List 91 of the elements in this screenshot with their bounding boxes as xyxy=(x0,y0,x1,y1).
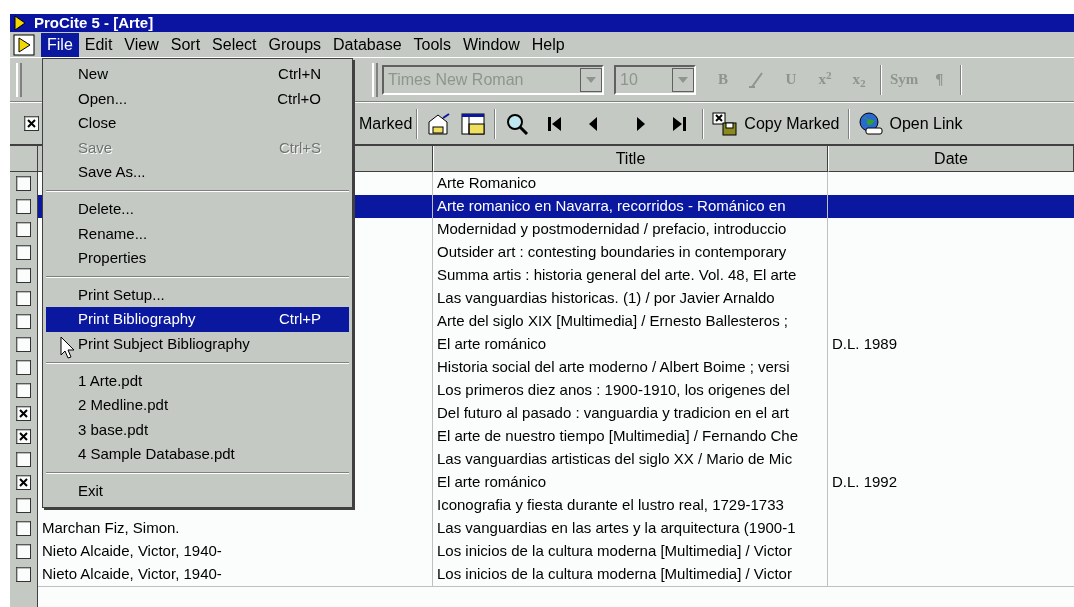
row-selector[interactable] xyxy=(10,333,38,357)
table-cell-text: Outsider art : contesting boundaries in contemporary xyxy=(437,242,787,262)
toolbar-grip[interactable] xyxy=(16,62,22,97)
marked-label[interactable]: Marked xyxy=(359,111,413,136)
menu-item[interactable]: Print Bibliography Ctrl+P xyxy=(46,307,349,332)
checkbox[interactable] xyxy=(16,359,31,375)
row-selector[interactable] xyxy=(10,172,38,196)
table-cell-text: Las vanguardias en las artes y la arquitectura (1900-1 xyxy=(437,518,796,538)
checkbox[interactable] xyxy=(16,428,31,444)
row-selector[interactable] xyxy=(10,402,38,426)
table-cell-text: Modernidad y postmodernidad / prefacio, introduccio xyxy=(437,219,787,239)
checkbox[interactable] xyxy=(16,451,31,467)
checkbox[interactable] xyxy=(16,175,31,191)
row-selector[interactable] xyxy=(10,494,38,518)
menu-item[interactable]: New Ctrl+N xyxy=(46,62,349,87)
menu-bar-item[interactable]: File xyxy=(41,32,79,57)
table-cell-text: El arte románico xyxy=(437,472,547,492)
checkbox[interactable] xyxy=(16,405,31,421)
menu-bar-item[interactable]: Tools xyxy=(407,32,457,57)
table-cell-text: El arte románico xyxy=(437,334,547,354)
menu-bar-item[interactable]: Help xyxy=(525,32,571,57)
table-cell-text: Los inicios de la cultura moderna [Multimedia] / Victor xyxy=(437,541,792,561)
row-selector[interactable] xyxy=(10,379,38,403)
globe-icon xyxy=(857,111,884,136)
checkbox[interactable] xyxy=(24,116,39,131)
menu-item[interactable]: Open... Ctrl+O xyxy=(46,86,349,112)
row-selector[interactable] xyxy=(10,425,38,449)
table-cell-text: El arte de nuestro tiempo [Multimedia] / Fernando Che xyxy=(437,426,799,446)
row-selector[interactable] xyxy=(10,287,38,311)
window-title: ProCite 5 - [Arte] xyxy=(34,14,154,32)
open-link-button[interactable]: Open Link xyxy=(853,111,967,136)
table-cell-text: Los inicios de la cultura moderna [Multimedia] / Victor xyxy=(437,564,792,584)
document-icon[interactable] xyxy=(12,32,38,57)
row-selector[interactable] xyxy=(10,471,38,495)
copy-marked-icon xyxy=(712,111,739,136)
checkbox[interactable] xyxy=(16,336,31,352)
menu-item[interactable]: Close xyxy=(46,111,349,136)
table-cell-text: Historia social del arte moderno / Albert Boime ; versi xyxy=(437,357,790,377)
table-cell-text: Las vanguardias historicas. (1) / por Javier Arnaldo xyxy=(437,288,775,308)
menu-bar-item[interactable]: Sort xyxy=(164,32,207,57)
table-cell-text: Arte romanico en Navarra, recorridos - Románico en xyxy=(437,196,786,216)
table-cell-text: Nieto Alcaide, Victor, 1940- xyxy=(42,541,222,561)
table-cell-text: Summa artis : historia general del arte. Vol. 48, El arte xyxy=(437,265,797,285)
checkbox[interactable] xyxy=(16,313,31,329)
table-cell-text: Iconografia y fiesta durante el lustro real, 1729-1733 xyxy=(437,495,784,515)
row-selector[interactable] xyxy=(10,448,38,472)
checkbox[interactable] xyxy=(16,497,31,513)
table-cell-text: Del futuro al pasado : vanguardia y tradicion en el art xyxy=(437,403,789,423)
checkbox[interactable] xyxy=(16,543,31,559)
checkbox[interactable] xyxy=(16,244,31,260)
menu-bar-item[interactable]: Database xyxy=(327,32,408,57)
search-icon[interactable] xyxy=(506,112,531,135)
menu-item[interactable]: Print Subject Bibliography xyxy=(46,331,349,357)
checkbox[interactable] xyxy=(16,198,31,214)
row-selector[interactable] xyxy=(10,241,38,265)
menu-bar-item[interactable]: Edit xyxy=(78,32,119,57)
row-selector[interactable] xyxy=(10,264,38,288)
table-cell-text: Marchan Fiz, Simon. xyxy=(42,518,180,538)
table-row[interactable]: Marchan Fiz, Simon. Las vanguardias en las artes y la arquitectura (1900-1 xyxy=(10,517,1074,540)
app-logo-icon xyxy=(14,15,26,31)
table-cell-text: Los primeros diez anos : 1900-1910, los origenes del xyxy=(437,380,790,400)
menu-bar-item[interactable]: Window xyxy=(456,32,526,57)
checkbox[interactable] xyxy=(16,474,31,490)
row-selector[interactable] xyxy=(10,310,38,334)
table-cell-text: Nieto Alcaide, Victor, 1940- xyxy=(42,564,222,584)
table-cell-text: Las vanguardias artisticas del siglo XX / Mario de Mic xyxy=(437,449,793,469)
row-selector[interactable] xyxy=(10,195,38,219)
checkbox[interactable] xyxy=(16,520,31,536)
menu-bar-item[interactable]: Select xyxy=(206,32,263,57)
table-cell-text: Arte Romanico xyxy=(437,173,537,193)
checkbox[interactable] xyxy=(16,221,31,237)
menu-bar-item[interactable]: View xyxy=(118,32,165,57)
checkbox[interactable] xyxy=(16,382,31,398)
menu-bar-item[interactable]: Groups xyxy=(262,32,328,57)
table-cell-text: D.L. 1989 xyxy=(832,334,898,354)
toolbar-grip[interactable] xyxy=(372,62,378,97)
table-cell-text: Arte del siglo XIX [Multimedia] / Ernesto Ballesteros ; xyxy=(437,311,788,331)
table-cell-text: D.L. 1992 xyxy=(832,472,898,492)
row-selector[interactable] xyxy=(10,540,38,564)
layout-icon[interactable] xyxy=(460,111,487,136)
copy-marked-button[interactable]: Copy Marked xyxy=(708,111,844,136)
checkbox[interactable] xyxy=(16,290,31,306)
table-row[interactable]: Nieto Alcaide, Victor, 1940- Los inicios de la cultura moderna [Multimedia] / Victor xyxy=(10,540,1074,563)
row-selector-strip xyxy=(10,586,38,607)
checkbox[interactable] xyxy=(16,566,31,582)
checkbox[interactable] xyxy=(16,267,31,283)
mouse-pointer-icon xyxy=(60,336,76,360)
row-selector[interactable] xyxy=(10,517,38,541)
row-selector[interactable] xyxy=(10,218,38,242)
table-row[interactable]: Nieto Alcaide, Victor, 1940- Los inicios de la cultura moderna [Multimedia] / Victor xyxy=(10,563,1074,586)
row-selector[interactable] xyxy=(10,356,38,380)
